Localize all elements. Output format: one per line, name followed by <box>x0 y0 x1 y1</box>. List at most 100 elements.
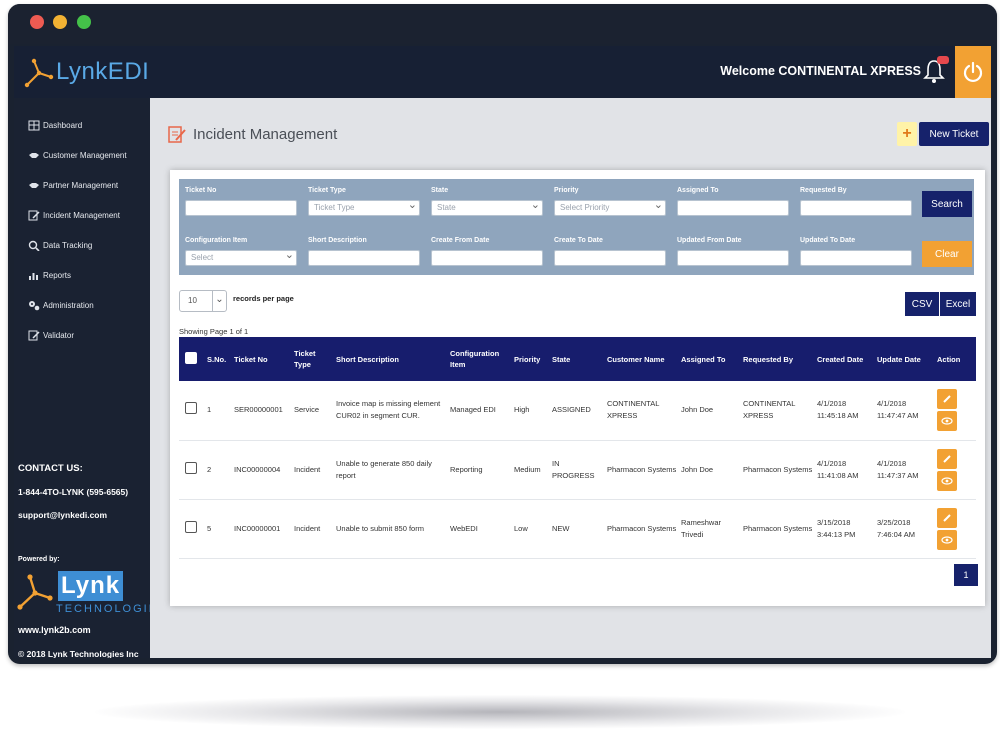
sidebar-item-label: Data Tracking <box>43 240 93 250</box>
pagination-page-1[interactable]: 1 <box>954 564 978 586</box>
cell-priority: Low <box>512 499 550 559</box>
updated-to-date-input[interactable] <box>800 250 912 266</box>
minimize-window-button[interactable] <box>53 15 67 29</box>
row-checkbox[interactable] <box>185 402 197 415</box>
website-link[interactable]: www.lynk2b.com <box>18 625 91 635</box>
company-name: Lynk <box>58 571 124 601</box>
sidebar-item-partner-management[interactable]: Partner Management <box>28 178 118 192</box>
incidents-table: S.No. Ticket No Ticket Type Short Descri… <box>179 337 976 559</box>
records-per-page-select[interactable]: 10 ⌄ <box>179 290 227 312</box>
cell-state: NEW <box>550 499 605 559</box>
copyright-text: © 2018 Lynk Technologies Inc <box>18 649 139 658</box>
pencil-icon <box>943 395 951 403</box>
close-window-button[interactable] <box>30 15 44 29</box>
cell-ticket-no[interactable]: INC00000004 <box>232 440 292 500</box>
cell-requested-by: CONTINENTAL XPRESS <box>741 381 815 441</box>
column-header[interactable]: Priority <box>512 337 550 381</box>
page-title-text: Incident Management <box>193 125 338 143</box>
edit-button[interactable] <box>937 389 957 410</box>
powered-by-label: Powered by: <box>18 556 60 563</box>
page-title: Incident Management <box>168 124 337 144</box>
requested-by-input[interactable] <box>800 200 912 216</box>
cell-config-item: WebEDI <box>448 499 512 559</box>
row-checkbox[interactable] <box>185 461 197 474</box>
requested-by-label: Requested By <box>800 187 847 194</box>
sidebar-item-label: Partner Management <box>43 180 119 190</box>
cell-requested-by: Pharmacon Systems <box>741 440 815 500</box>
configuration-item-select[interactable]: Select <box>185 248 297 266</box>
sidebar-item-reports[interactable]: Reports <box>28 268 71 282</box>
app-logo[interactable]: LynkEDI <box>24 54 149 90</box>
sidebar-item-customer-management[interactable]: Customer Management <box>28 148 127 162</box>
view-button[interactable] <box>937 411 957 432</box>
clear-button[interactable]: Clear <box>922 241 972 267</box>
short-description-input[interactable] <box>308 250 420 266</box>
priority-select[interactable]: Select Priority <box>554 198 666 216</box>
short-description-label: Short Description <box>308 237 367 244</box>
sidebar-item-label: Reports <box>43 270 72 280</box>
edit-button[interactable] <box>937 507 957 528</box>
assigned-to-input[interactable] <box>677 200 789 216</box>
cell-created-date: 4/1/2018 11:41:08 AM <box>815 440 875 500</box>
table-row[interactable]: 1 SER00000001 Service Invoice map is mis… <box>179 381 976 441</box>
plus-icon[interactable]: + <box>897 122 917 146</box>
column-header[interactable]: State <box>550 337 605 381</box>
filter-panel: Ticket No Ticket Type Ticket Type State … <box>179 179 974 275</box>
sidebar-item-administration[interactable]: Administration <box>28 298 94 312</box>
stage: LynkEDI Welcome CONTINENTAL XPRESS Dashb… <box>0 0 1000 737</box>
table-row[interactable]: 5 INC00000001 Incident Unable to submit … <box>179 499 976 559</box>
column-header[interactable]: Configuration Item <box>448 337 512 381</box>
eye-icon <box>941 476 953 485</box>
column-header[interactable]: Ticket Type <box>292 337 334 381</box>
column-header[interactable]: Ticket No <box>232 337 292 381</box>
updated-from-date-input[interactable] <box>677 250 789 266</box>
excel-export-button[interactable]: Excel <box>940 292 976 316</box>
contact-email[interactable]: support@lynkedi.com <box>18 510 107 520</box>
column-header[interactable]: Created Date <box>815 337 875 381</box>
view-button[interactable] <box>937 470 957 491</box>
pencil-icon <box>943 513 951 522</box>
main-content: Incident Management + New Ticket Ticket … <box>150 98 991 658</box>
ticket-no-label: Ticket No <box>185 187 217 194</box>
state-select[interactable]: State <box>431 198 543 216</box>
column-header[interactable]: Customer Name <box>605 337 679 381</box>
column-header[interactable]: S.No. <box>205 337 232 381</box>
app-name: LynkEDI <box>56 58 150 85</box>
cell-update-date: 4/1/2018 11:47:47 AM <box>875 381 935 441</box>
sidebar-item-data-tracking[interactable]: Data Tracking <box>28 238 92 252</box>
column-header[interactable]: Requested By <box>741 337 815 381</box>
create-to-date-label: Create To Date <box>554 237 603 244</box>
sidebar-item-validator[interactable]: Validator <box>28 328 74 342</box>
create-to-date-input[interactable] <box>554 250 666 266</box>
cell-update-date: 4/1/2018 11:47:37 AM <box>875 440 935 500</box>
cell-ticket-no[interactable]: INC00000001 <box>232 499 292 559</box>
maximize-window-button[interactable] <box>77 15 91 29</box>
showing-page-text: Showing Page 1 of 1 <box>179 327 249 336</box>
new-ticket-button[interactable]: New Ticket <box>919 122 989 146</box>
cell-ticket-no[interactable]: SER00000001 <box>232 381 292 441</box>
column-header[interactable]: Short Description <box>334 337 448 381</box>
select-all-checkbox[interactable] <box>185 351 197 364</box>
view-button[interactable] <box>937 529 957 550</box>
ticket-type-select[interactable]: Ticket Type <box>308 198 420 216</box>
cell-ticket-type: Service <box>292 381 334 441</box>
csv-export-button[interactable]: CSV <box>905 292 939 316</box>
contact-phone: 1-844-4TO-LYNK (595-6565) <box>18 487 129 497</box>
column-header[interactable]: Assigned To <box>679 337 741 381</box>
column-header[interactable]: Update Date <box>875 337 935 381</box>
browser-window: LynkEDI Welcome CONTINENTAL XPRESS Dashb… <box>8 4 997 664</box>
incident-card: Ticket No Ticket Type Ticket Type State … <box>170 170 985 606</box>
edit-button[interactable] <box>937 448 957 469</box>
table-row[interactable]: 2 INC00000004 Incident Unable to generat… <box>179 440 976 500</box>
row-checkbox[interactable] <box>185 520 197 533</box>
cell-config-item: Reporting <box>448 440 512 500</box>
logout-button[interactable] <box>955 46 991 98</box>
sidebar-item-incident-management[interactable]: Incident Management <box>28 208 120 222</box>
cell-description: Unable to generate 850 daily report <box>334 440 448 500</box>
cell-customer: CONTINENTAL XPRESS <box>605 381 679 441</box>
ticket-no-input[interactable] <box>185 200 297 216</box>
search-button[interactable]: Search <box>922 191 972 217</box>
sidebar-item-dashboard[interactable]: Dashboard <box>28 118 82 132</box>
create-from-date-input[interactable] <box>431 250 543 266</box>
create-from-date-label: Create From Date <box>431 237 490 244</box>
